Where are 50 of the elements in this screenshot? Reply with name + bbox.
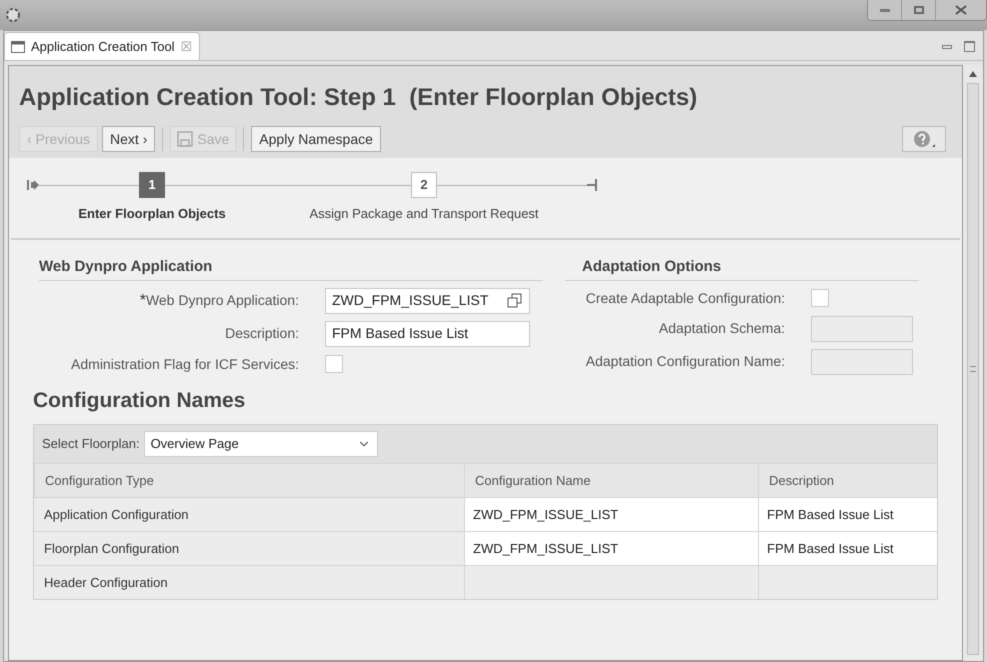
floorplan-dropdown[interactable]: Overview Page [144,431,378,457]
end-icon [587,179,597,191]
section-title: Configuration Names [33,388,246,414]
table-cell: Header Configuration [34,565,464,599]
section-title: Adaptation Options [565,256,919,280]
input-field[interactable]: ZWD_FPM_ISSUE_LIST [325,288,530,314]
table-cell[interactable]: FPM Based Issue List [758,497,937,531]
editor-tab[interactable]: Application Creation Tool ☒ [4,32,200,60]
field-label: Adaptation Schema: [658,319,785,338]
window-icon [11,40,25,52]
step-number[interactable]: 1 [139,172,165,198]
checkbox[interactable] [811,289,829,307]
floorplan-label: Select Floorplan: [42,435,140,454]
step-number[interactable]: 2 [411,172,437,198]
maximize-icon[interactable] [964,41,975,52]
minimize-icon[interactable] [942,44,952,48]
gear-icon [4,6,22,24]
column-header: Configuration Type [34,463,464,497]
close-icon [955,5,967,15]
step-label: Enter Floorplan Objects [78,205,226,223]
page-title: Application Creation Tool: Step 1 (Enter Floorplan Objects) [19,83,698,113]
field-label: *Web Dynpro Application: [138,290,299,310]
minimize-button[interactable] [868,0,902,20]
table-cell: Floorplan Configuration [34,531,464,565]
table-cell[interactable]: FPM Based Issue List [758,531,937,565]
close-button[interactable] [936,0,986,20]
toolbar-button[interactable]: Apply Namespace [251,126,381,152]
step-label: Assign Package and Transport Request [309,205,539,223]
field-label: Adaptation Configuration Name: [584,352,785,371]
scroll-up-icon[interactable] [969,71,977,77]
column-header: Configuration Name [464,463,758,497]
column-header: Description [758,463,937,497]
field-label: Description: [224,324,299,343]
table-cell[interactable]: ZWD_FPM_ISSUE_LIST [464,531,758,565]
section-title: Web Dynpro Application [39,256,543,280]
field-label: Create Adaptable Configuration: [584,288,785,308]
field-label: Administration Flag for ICF Services: [70,354,299,374]
checkbox[interactable] [325,355,343,373]
tab-label: Application Creation Tool [31,38,175,56]
value-help-icon [507,292,523,308]
help-button[interactable] [902,126,946,152]
table-cell[interactable]: ZWD_FPM_ISSUE_LIST [464,497,758,531]
input-field[interactable]: FPM Based Issue List [325,320,530,346]
scrollbar[interactable] [963,65,983,661]
floppy-icon [177,131,194,147]
maximize-button[interactable] [902,0,936,20]
help-icon [912,129,936,149]
table-cell: Application Configuration [34,497,464,531]
start-icon [27,180,39,190]
toolbar-button[interactable]: Next › [102,126,156,152]
